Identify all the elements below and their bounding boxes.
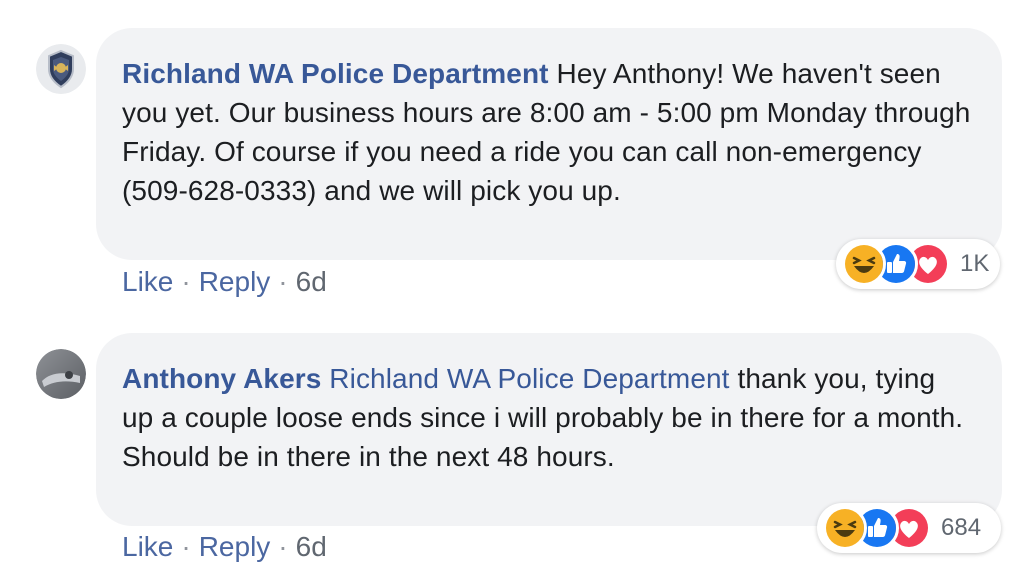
comment-actions: Like · Reply · 6d: [122, 530, 327, 564]
like-button[interactable]: Like: [122, 266, 173, 297]
separator: ·: [278, 266, 288, 297]
profile-photo-icon: [36, 349, 86, 399]
like-button[interactable]: Like: [122, 531, 173, 562]
reply-button[interactable]: Reply: [199, 531, 271, 562]
reaction-count: 1K: [960, 250, 990, 277]
user-avatar[interactable]: [36, 349, 86, 399]
reaction-count: 684: [941, 514, 982, 541]
reply-button[interactable]: Reply: [199, 266, 271, 297]
comment-author[interactable]: Richland WA Police Department: [122, 58, 549, 89]
haha-icon: [842, 242, 886, 286]
police-badge-avatar[interactable]: [36, 44, 86, 94]
haha-icon: [823, 506, 867, 550]
mention-link[interactable]: Richland WA Police Department: [329, 363, 729, 394]
separator: ·: [278, 531, 288, 562]
separator: ·: [181, 531, 191, 562]
comment-actions: Like · Reply · 6d: [122, 265, 327, 299]
separator: ·: [181, 266, 191, 297]
police-badge-icon: [36, 44, 86, 94]
comment-author[interactable]: Anthony Akers: [122, 363, 321, 394]
comment-bubble: Richland WA Police Department Hey Anthon…: [96, 28, 1002, 260]
reactions-summary[interactable]: 684: [817, 503, 1001, 553]
comment-timestamp[interactable]: 6d: [296, 266, 327, 297]
comment-bubble: Anthony Akers Richland WA Police Departm…: [96, 333, 1002, 526]
comment-timestamp[interactable]: 6d: [296, 531, 327, 562]
reactions-summary[interactable]: 1K: [836, 239, 1000, 289]
